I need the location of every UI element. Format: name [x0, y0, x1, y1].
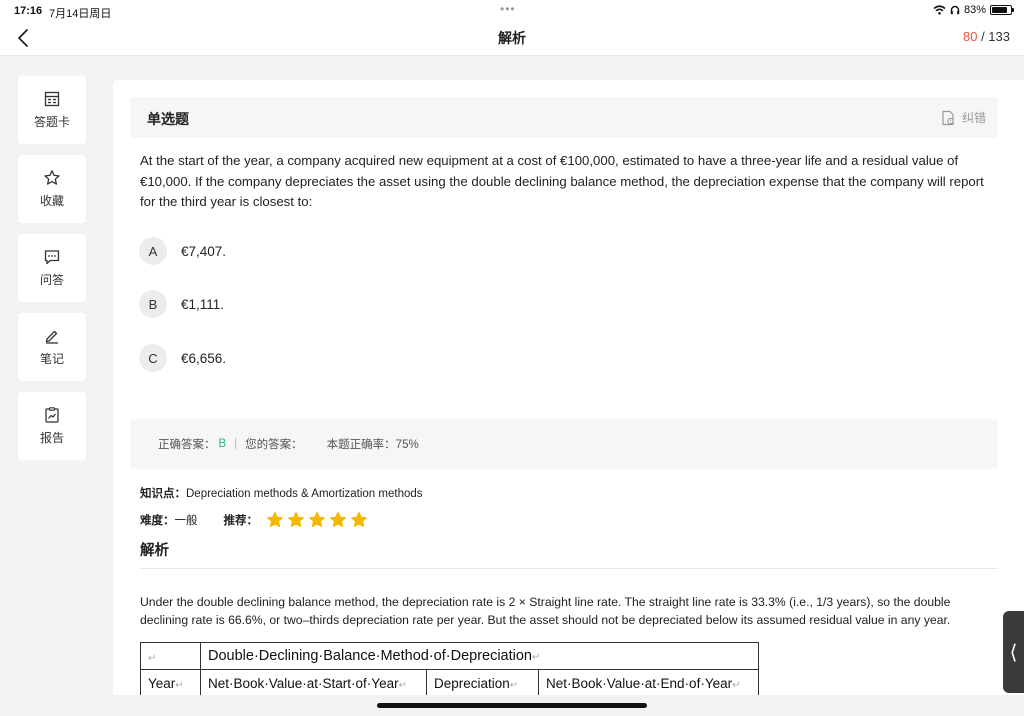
difficulty-label: 难度： [140, 515, 175, 527]
table-header: Net·Book·Value·at·Start·of·Year [208, 675, 399, 691]
side-drawer-handle[interactable]: ⟨ [1003, 611, 1024, 693]
table-header-cell: Net·Book·Value·at·Start·of·Year↵ [200, 669, 427, 695]
difficulty-value: 一般 [174, 515, 198, 527]
knowledge-point: 知识点：Depreciation methods & Amortization … [140, 485, 423, 501]
status-date: 7月14日周日 [49, 8, 112, 20]
answer-separator: | [234, 438, 238, 450]
report-error-icon [942, 110, 954, 125]
report-icon [45, 407, 59, 423]
analysis-title: 解析 [140, 543, 169, 559]
sidebar-item-qa[interactable]: 问答 [18, 234, 86, 302]
option-text: €1,111. [181, 296, 225, 312]
return-mark: ↵ [398, 679, 407, 691]
table-title-cell: Double·Declining·Balance·Method·of·Depre… [200, 642, 759, 670]
option-letter: B [139, 290, 167, 318]
return-mark: ↵ [175, 679, 184, 691]
current-question-number: 80 [962, 29, 978, 44]
return-mark: ↵ [148, 652, 157, 664]
question-type: 单选题 [147, 111, 189, 127]
option-a[interactable]: A €7,407. [139, 237, 226, 265]
total-questions: / 133 [981, 29, 1010, 44]
status-bar: 17:16 7月14日周日 ••• 83% [0, 0, 1024, 22]
table-header-cell: Depreciation↵ [426, 669, 539, 695]
knowledge-point-label: 知识点： [140, 488, 186, 500]
page-title: 解析 [498, 30, 526, 46]
wifi-icon [933, 5, 946, 15]
table-title: Double·Declining·Balance·Method·of·Depre… [208, 648, 532, 664]
battery-icon [990, 5, 1014, 15]
multitask-dots-icon[interactable]: ••• [500, 2, 516, 16]
option-letter: A [139, 237, 167, 265]
answer-sheet-icon [44, 91, 60, 107]
knowledge-point-value: Depreciation methods & Amortization meth… [186, 488, 423, 500]
sidebar-label-notes: 笔记 [39, 352, 64, 366]
return-mark: ↵ [509, 679, 519, 691]
table-header-cell: Year↵ [140, 669, 201, 695]
depreciation-table: ↵ Double·Declining·Balance·Method·of·Dep… [140, 642, 759, 695]
question-type-bar: 单选题 纠错 [130, 97, 998, 138]
table-header: Depreciation [434, 675, 510, 691]
pen-icon [45, 330, 58, 344]
nav-bar: 解析 80 / 133 [0, 22, 1024, 56]
recommend-stars [266, 511, 368, 529]
sidebar-item-notes[interactable]: 笔记 [18, 313, 86, 381]
status-right: 83% [933, 4, 1014, 16]
sidebar-label-favorite: 收藏 [39, 194, 64, 208]
table-header-cell: Net·Book·Value·at·End·of·Year↵ [538, 669, 759, 695]
option-c[interactable]: C €6,656. [139, 344, 226, 372]
sidebar-label-report: 报告 [39, 431, 64, 445]
divider [140, 568, 998, 569]
option-letter: C [139, 344, 167, 372]
table-row: ↵ Double·Declining·Balance·Method·of·Dep… [140, 642, 759, 670]
battery-percent: 83% [963, 4, 986, 16]
table-cell: ↵ [140, 642, 201, 670]
back-chevron-icon[interactable] [14, 26, 34, 50]
answer-summary: 正确答案： B | 您的答案： 本题正确率：75% [130, 419, 998, 469]
sidebar-label-qa: 问答 [39, 273, 64, 287]
correct-answer-value: B [218, 438, 227, 450]
sidebar-item-favorite[interactable]: 收藏 [18, 155, 86, 223]
analysis-text: Under the double declining balance metho… [140, 595, 951, 627]
headphones-icon [950, 5, 960, 15]
return-mark: ↵ [732, 679, 741, 691]
report-error-button[interactable]: 纠错 [940, 109, 986, 126]
difficulty-row: 难度： 一般 推荐： [140, 511, 368, 529]
question-panel: 单选题 纠错 At the start of the year, a compa… [113, 80, 1024, 695]
sidebar-item-report[interactable]: 报告 [18, 392, 86, 460]
question-text: At the start of the year, a company acqu… [140, 153, 984, 209]
status-time: 17:16 [14, 5, 43, 17]
option-text: €6,656. [181, 350, 227, 366]
sidebar-label-answer-sheet: 答题卡 [33, 115, 70, 129]
option-text: €7,407. [181, 243, 227, 259]
sidebar-item-answer-sheet[interactable]: 答题卡 [18, 76, 86, 144]
star-filled-icon [309, 511, 325, 527]
star-filled-icon [351, 511, 367, 527]
star-filled-icon [288, 511, 304, 527]
home-indicator[interactable] [377, 703, 647, 708]
correct-rate: 本题正确率：75% [326, 439, 419, 451]
recommend-label: 推荐： [223, 515, 259, 527]
sidebar: 答题卡 收藏 问答 笔记 报告 [18, 76, 86, 471]
your-answer-label: 您的答案： [245, 439, 303, 451]
correct-answer-label: 正确答案： [158, 439, 216, 451]
chevron-left-icon: ⟨ [1009, 641, 1018, 664]
option-b[interactable]: B €1,111. [139, 290, 224, 318]
star-filled-icon [330, 511, 346, 527]
return-mark: ↵ [532, 652, 541, 663]
table-header: Net·Book·Value·at·End·of·Year [546, 675, 733, 691]
star-outline-icon [44, 170, 60, 185]
star-filled-icon [267, 511, 283, 527]
chat-icon [44, 250, 60, 265]
report-error-label: 纠错 [961, 111, 986, 125]
table-row: Year↵ Net·Book·Value·at·Start·of·Year↵ D… [140, 669, 759, 695]
question-pager: 80 / 133 [963, 29, 1010, 44]
table-header: Year [148, 675, 176, 691]
